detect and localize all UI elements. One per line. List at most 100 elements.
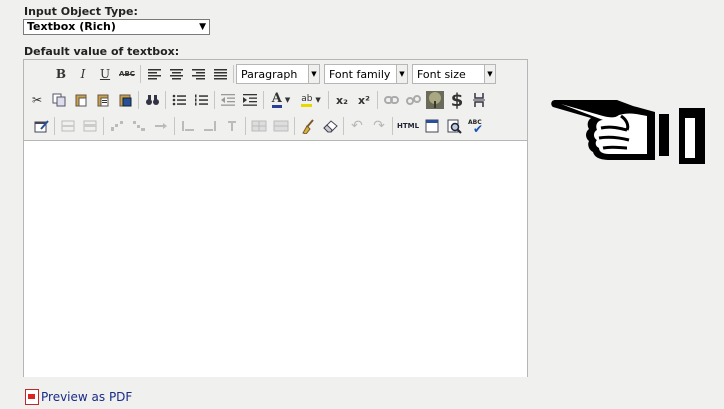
copy-button[interactable] [48,89,70,111]
separator [233,65,234,83]
background-color-button[interactable]: ab ▼ [296,89,326,111]
redo-button[interactable]: ↷ [368,115,390,137]
underline-button[interactable]: U [94,63,116,85]
scissors-icon: ✂ [31,93,43,107]
table-delete-row-button[interactable] [150,115,172,137]
table-split-button[interactable] [106,115,128,137]
numbered-list-button[interactable] [190,89,212,111]
italic-label: I [80,67,86,81]
html-source-button[interactable]: HTML [395,115,421,137]
toolbar-row-2: ✂ A ▼ ab ▼ x₂ x² $ [26,88,490,112]
edit-style-icon [34,120,49,133]
delete-col-button[interactable] [221,115,243,137]
italic-button[interactable]: I [72,63,94,85]
indent-icon [243,94,257,106]
outdent-button[interactable] [217,89,239,111]
paste-word-button[interactable] [114,89,136,111]
superscript-button[interactable]: x² [353,89,375,111]
spellcheck-button[interactable]: ABC ✔ [465,115,487,137]
insert-row-before-button[interactable] [57,115,79,137]
separator [54,117,55,135]
insert-col-before-button[interactable] [177,115,199,137]
default-value-label: Default value of textbox: [24,45,180,58]
font-family-select[interactable]: Font family ▼ [324,64,408,84]
highlight-icon: ab [301,94,313,107]
bold-button[interactable]: B [50,63,72,85]
merge-cells-button[interactable] [270,115,292,137]
undo-button[interactable]: ↶ [346,115,368,137]
table-row-icon [83,120,97,132]
chevron-down-icon: ▼ [199,22,206,32]
separator [263,91,264,109]
table-cells-icon [251,120,267,132]
preview-button[interactable] [443,115,465,137]
align-right-button[interactable] [187,63,209,85]
align-left-icon [147,68,161,79]
font-size-value: Font size [417,68,466,81]
separator [328,91,329,109]
preview-pdf-link[interactable]: Preview as PDF [25,389,132,405]
link-button[interactable] [380,89,402,111]
format-select[interactable]: Paragraph ▼ [236,64,320,84]
insert-col-after-button[interactable] [199,115,221,137]
table-col-delete-icon [228,121,236,131]
edit-css-button[interactable] [30,115,52,137]
insert-special-char-button[interactable]: $ [446,89,468,111]
toolbar-row-3: ↶ ↷ HTML ABC ✔ [30,114,487,138]
underline-label: U [99,67,111,81]
align-justify-button[interactable] [209,63,231,85]
table-merge-button[interactable] [128,115,150,137]
separator [214,91,215,109]
chevron-down-icon: ▼ [284,96,291,104]
separator [103,117,104,135]
magnifier-icon [447,119,462,134]
find-button[interactable] [141,89,163,111]
paste-button[interactable] [70,89,92,111]
superscript-label: x² [358,93,370,107]
dollar-icon: $ [450,89,464,111]
separator [174,117,175,135]
font-size-select[interactable]: Font size ▼ [412,64,496,84]
fullscreen-icon [425,119,439,133]
split-cells-button[interactable] [248,115,270,137]
subscript-label: x₂ [336,93,348,107]
binoculars-icon [145,95,159,105]
text-color-button[interactable]: A ▼ [266,89,296,111]
preview-pdf-label: Preview as PDF [41,390,133,404]
bold-label: B [55,67,67,81]
font-family-value: Font family [329,68,391,81]
align-left-button[interactable] [143,63,165,85]
align-center-button[interactable] [165,63,187,85]
insert-row-after-button[interactable] [79,115,101,137]
format-select-value: Paragraph [241,68,298,81]
hand-pointing-left-icon [551,100,705,164]
bullet-list-button[interactable] [168,89,190,111]
cleanup-button[interactable] [297,115,319,137]
separator [343,117,344,135]
redo-icon: ↷ [373,118,385,134]
subscript-button[interactable]: x₂ [331,89,353,111]
page-break-button[interactable] [468,89,490,111]
copy-icon [52,93,66,107]
unlink-button[interactable] [402,89,424,111]
undo-icon: ↶ [351,118,363,134]
indent-button[interactable] [239,89,261,111]
cut-button[interactable]: ✂ [26,89,48,111]
font-color-icon: A [271,90,282,108]
align-justify-icon [213,68,227,79]
eraser-icon [322,119,338,132]
editor-content-area[interactable] [24,140,527,377]
table-cells-icon [273,120,289,132]
anchor-button[interactable] [424,89,446,111]
remove-format-button[interactable] [319,115,341,137]
paste-text-button[interactable] [92,89,114,111]
tree-image-icon [426,91,444,109]
pdf-icon [25,389,39,405]
page-break-icon [473,93,485,107]
table-row-icon [61,120,75,132]
strikethrough-button[interactable]: ABC [116,63,138,85]
input-type-select[interactable]: Textbox (Rich) ▼ [23,19,210,35]
fullscreen-button[interactable] [421,115,443,137]
numbered-list-icon [195,94,208,106]
toolbar-row-1: B I U ABC Paragraph ▼ Font family ▼ Font… [50,62,500,86]
